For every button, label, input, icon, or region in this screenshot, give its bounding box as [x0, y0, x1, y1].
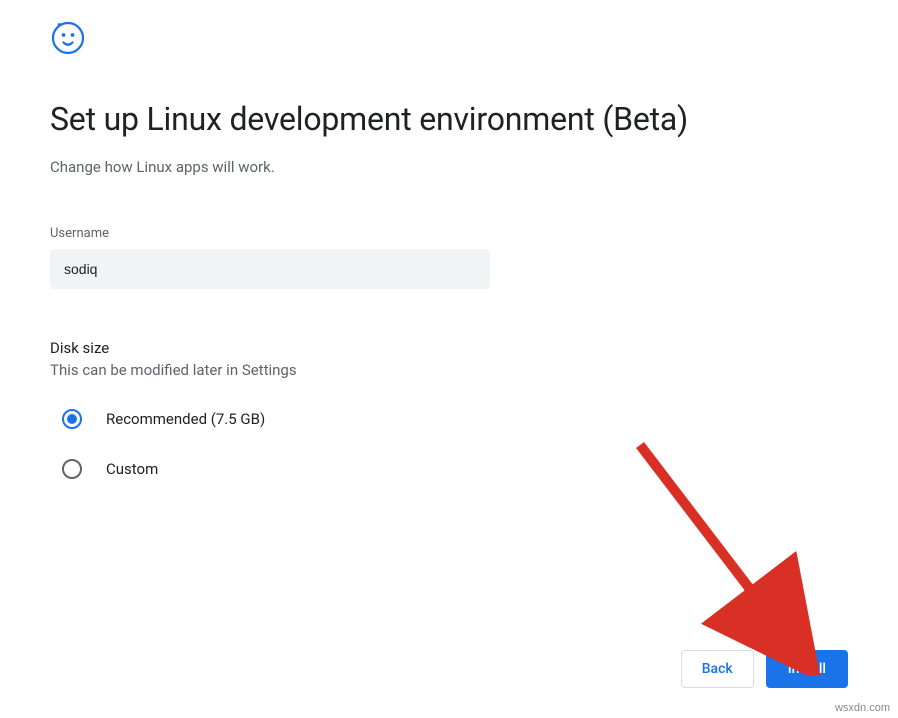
username-label: Username — [50, 226, 848, 241]
linux-penguin-icon — [50, 20, 848, 60]
back-button[interactable]: Back — [681, 650, 754, 688]
radio-selected-icon — [62, 409, 82, 429]
disksize-description: This can be modified later in Settings — [50, 361, 848, 379]
radio-unselected-icon — [62, 459, 82, 479]
disksize-section: Disk size This can be modified later in … — [50, 339, 848, 479]
radio-label-custom: Custom — [106, 460, 158, 478]
radio-option-recommended[interactable]: Recommended (7.5 GB) — [62, 409, 848, 429]
username-section: Username — [50, 226, 848, 289]
page-subtitle: Change how Linux apps will work. — [50, 158, 848, 176]
username-input[interactable] — [50, 249, 490, 289]
radio-label-recommended: Recommended (7.5 GB) — [106, 410, 265, 428]
disksize-title: Disk size — [50, 339, 848, 357]
disksize-radio-group: Recommended (7.5 GB) Custom — [50, 409, 848, 479]
radio-option-custom[interactable]: Custom — [62, 459, 848, 479]
button-bar: Back Install — [681, 650, 848, 688]
page-title: Set up Linux development environment (Be… — [50, 100, 848, 138]
install-button[interactable]: Install — [766, 650, 848, 688]
watermark-text: wsxdn.com — [835, 702, 890, 714]
